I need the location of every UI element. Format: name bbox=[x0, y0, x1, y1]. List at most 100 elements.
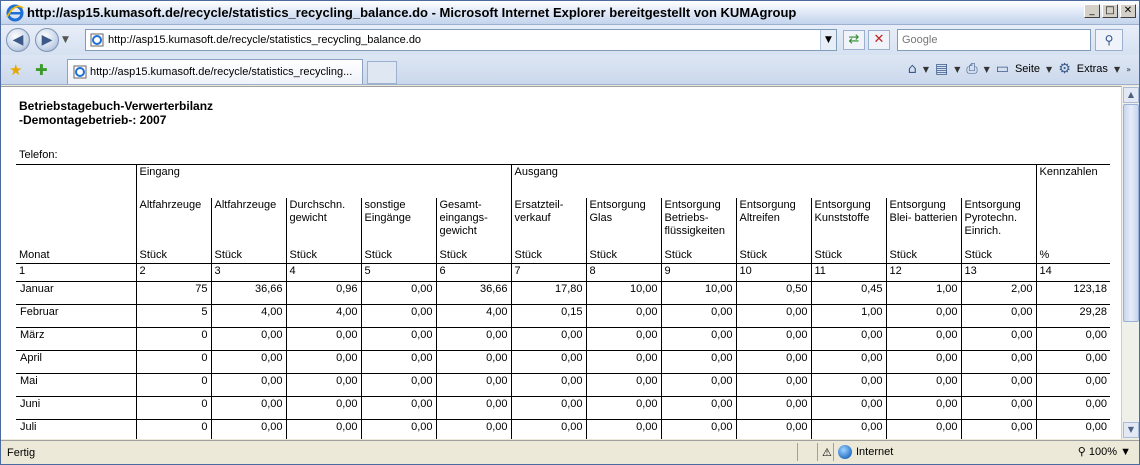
search-button[interactable]: ⚲ bbox=[1095, 29, 1123, 51]
stop-icon: ✕ bbox=[873, 32, 885, 47]
column-number: 6 bbox=[435, 263, 511, 282]
table-row: Juni 0 0,00 0,00 0,00 0,00 0,00 0,00 0,00 0,00 0,0… bbox=[16, 396, 1110, 420]
print-icon[interactable]: ⎙ bbox=[966, 61, 977, 77]
scroll-up-icon[interactable]: ▲ bbox=[1123, 87, 1139, 103]
home-icon[interactable]: ⌂ bbox=[908, 61, 917, 77]
print-dropdown-icon[interactable]: ▼ bbox=[984, 65, 990, 74]
vertical-scrollbar[interactable]: ▲ ▼ bbox=[1121, 86, 1139, 439]
unit-cell: Stück bbox=[660, 247, 736, 264]
column-header bbox=[1035, 197, 1110, 248]
search-input[interactable]: Google bbox=[897, 29, 1091, 51]
unit-cell: Stück bbox=[135, 247, 211, 264]
value-cell: 0,00 bbox=[210, 373, 286, 397]
column-header: Entsorgung Betriebs- flüssigkeiten bbox=[660, 197, 736, 248]
column-header-text: sonstige Eingänge bbox=[364, 198, 412, 224]
tab-statistics[interactable]: http://asp15.kumasoft.de/recycle/statist… bbox=[67, 59, 363, 84]
value-cell: 4,00 bbox=[435, 304, 511, 328]
value-cell: 0,00 bbox=[435, 396, 511, 420]
extras-dropdown-icon[interactable]: ▼ bbox=[1114, 65, 1120, 74]
zoom-dropdown-icon[interactable]: ▼ bbox=[1117, 446, 1131, 458]
scroll-thumb[interactable] bbox=[1123, 104, 1139, 322]
tab-bar: ★ ✚ http://asp15.kumasoft.de/recycle/sta… bbox=[1, 55, 1139, 85]
value-cell: 0,45 bbox=[810, 281, 886, 305]
report-title-line1: Betriebstagebuch-Verwerterbilanz bbox=[19, 99, 214, 113]
column-header: Durchschn. gewicht bbox=[285, 197, 361, 248]
value-cell: 0,00 bbox=[660, 419, 736, 439]
unit-cell: Stück bbox=[885, 247, 961, 264]
maximize-button[interactable]: □ bbox=[1102, 4, 1118, 18]
back-arrow-icon: ◀ bbox=[12, 32, 24, 48]
home-dropdown-icon[interactable]: ▼ bbox=[923, 65, 929, 74]
add-favorites-icon[interactable]: ✚ bbox=[35, 61, 48, 79]
value-cell: 0,00 bbox=[210, 350, 286, 374]
unit-cell: Stück bbox=[435, 247, 511, 264]
column-number: 1 bbox=[16, 263, 136, 282]
column-header-text: Gesamt- eingangs- gewicht bbox=[439, 198, 488, 237]
chevron-more-icon[interactable]: » bbox=[1126, 65, 1131, 74]
seite-dropdown-icon[interactable]: ▼ bbox=[1046, 65, 1052, 74]
forward-button[interactable]: ▶ bbox=[35, 28, 59, 52]
column-header-text: Entsorgung Altreifen bbox=[739, 198, 796, 224]
address-bar[interactable]: http://asp15.kumasoft.de/recycle/statist… bbox=[85, 29, 837, 51]
column-number: 7 bbox=[510, 263, 586, 282]
empty-header-cell bbox=[16, 164, 136, 198]
column-header: Entsorgung Pyrotechn. Einrich. bbox=[960, 197, 1036, 248]
group-eingang: Eingang bbox=[135, 164, 511, 198]
table-row: Mai 0 0,00 0,00 0,00 0,00 0,00 0,00 0,00 0,00 0,00… bbox=[16, 373, 1110, 397]
value-cell: 0,00 bbox=[510, 327, 586, 351]
seite-menu[interactable]: Seite bbox=[1015, 63, 1040, 75]
value-cell: 0 bbox=[135, 350, 211, 374]
stop-button[interactable]: ✕ bbox=[868, 30, 890, 50]
zone-indicator: Internet bbox=[833, 443, 897, 461]
feeds-icon[interactable]: ▤ bbox=[935, 61, 948, 77]
title-bar: http://asp15.kumasoft.de/recycle/statist… bbox=[1, 1, 1139, 25]
zoom-value: 100% bbox=[1088, 446, 1118, 458]
scroll-down-icon[interactable]: ▼ bbox=[1123, 422, 1139, 438]
history-dropdown-icon[interactable]: ▼ bbox=[62, 35, 69, 45]
value-cell: 0,00 bbox=[1035, 396, 1110, 420]
column-number: 11 bbox=[810, 263, 886, 282]
value-cell: 0,00 bbox=[810, 396, 886, 420]
value-cell: 0,00 bbox=[735, 373, 811, 397]
favorites-star-icon[interactable]: ★ bbox=[9, 61, 22, 79]
protected-mode-icon: ⚠ bbox=[817, 443, 833, 461]
value-cell: 0,00 bbox=[810, 373, 886, 397]
value-cell: 0,00 bbox=[285, 327, 361, 351]
zoom-level[interactable]: ⚲ 100% ▼ bbox=[1078, 445, 1131, 458]
refresh-button[interactable]: ⇄ bbox=[843, 30, 865, 50]
globe-icon bbox=[838, 445, 852, 459]
value-cell: 0,00 bbox=[360, 373, 436, 397]
minimize-button[interactable]: _ bbox=[1084, 4, 1100, 18]
extras-menu[interactable]: Extras bbox=[1077, 63, 1108, 75]
value-cell: 29,28 bbox=[1035, 304, 1110, 328]
back-button[interactable]: ◀ bbox=[6, 28, 30, 52]
page-content: Betriebstagebuch-Verwerterbilanz -Demont… bbox=[1, 86, 1121, 439]
column-header: Entsorgung Kunststoffe bbox=[810, 197, 886, 248]
refresh-icon: ⇄ bbox=[848, 32, 860, 47]
value-cell: 0,00 bbox=[1035, 350, 1110, 374]
search-icon: ⚲ bbox=[1104, 33, 1114, 47]
unit-row: Monat Stück Stück Stück Stück Stück Stüc… bbox=[16, 247, 1110, 264]
address-dropdown-icon[interactable]: ▼ bbox=[820, 30, 836, 50]
report-title: Betriebstagebuch-Verwerterbilanz -Demont… bbox=[19, 99, 213, 127]
column-number: 13 bbox=[960, 263, 1036, 282]
column-number: 12 bbox=[885, 263, 961, 282]
value-cell: 0,00 bbox=[885, 373, 961, 397]
feeds-dropdown-icon[interactable]: ▼ bbox=[954, 65, 960, 74]
value-cell: 0,00 bbox=[435, 350, 511, 374]
month-cell: Juli bbox=[16, 419, 136, 439]
close-button[interactable]: ✕ bbox=[1120, 4, 1136, 18]
value-cell: 0,00 bbox=[360, 304, 436, 328]
value-cell: 0,00 bbox=[735, 350, 811, 374]
value-cell: 0,00 bbox=[660, 350, 736, 374]
value-cell: 0,00 bbox=[585, 350, 661, 374]
new-tab-button[interactable] bbox=[367, 61, 397, 84]
column-header: Ersatzteil- verkauf bbox=[510, 197, 586, 248]
value-cell: 0,00 bbox=[660, 396, 736, 420]
zoom-icon: ⚲ bbox=[1077, 446, 1089, 458]
navigation-bar: ◀ ▶ ▼ http://asp15.kumasoft.de/recycle/s… bbox=[1, 25, 1139, 55]
value-cell: 4,00 bbox=[285, 304, 361, 328]
value-cell: 0 bbox=[135, 327, 211, 351]
value-cell: 0 bbox=[135, 373, 211, 397]
address-url[interactable]: http://asp15.kumasoft.de/recycle/statist… bbox=[108, 34, 820, 46]
